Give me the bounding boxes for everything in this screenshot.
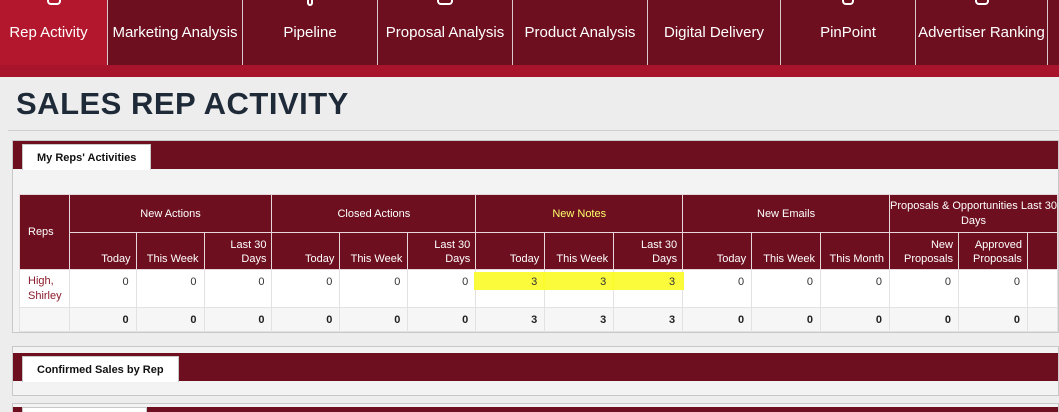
cell-value: 3: [669, 276, 676, 288]
table-cell[interactable]: 0: [68, 269, 137, 308]
reps-header[interactable]: Reps: [19, 194, 70, 270]
nav-icon: [974, 0, 989, 5]
group-new-emails: New Emails: [682, 194, 890, 233]
nav-label: Marketing Analysis: [112, 24, 238, 41]
group-new-actions: New Actions: [68, 194, 273, 233]
total-cell: 0: [407, 307, 477, 332]
panel-header: My Reps' Activities: [13, 141, 1058, 170]
nav-pipeline[interactable]: Pipeline: [243, 0, 378, 65]
table-cell[interactable]: 0: [203, 269, 273, 308]
table-cell[interactable]: 0: [957, 269, 1028, 308]
col-this-week[interactable]: This Week: [135, 232, 205, 270]
col-last-30-days[interactable]: Last 30 Days: [203, 232, 273, 270]
panel-header: [13, 407, 1058, 412]
total-cell: [1026, 307, 1059, 332]
col-new-proposals[interactable]: New Proposals: [888, 232, 959, 270]
total-cell: 0: [888, 307, 959, 332]
top-nav: Rep Activity Marketing Analysis Pipeline…: [0, 0, 1059, 65]
nav-product-analysis[interactable]: Product Analysis: [513, 0, 648, 65]
highlighted-cell[interactable]: 3: [543, 269, 616, 308]
nav-accent-bar: [0, 65, 1059, 77]
highlighted-cell[interactable]: 3: [474, 269, 547, 308]
nav-label: PinPoint: [820, 24, 876, 41]
nav-label: Digital Delivery: [663, 24, 765, 41]
col-truncated[interactable]: [1026, 232, 1059, 270]
divider: [8, 130, 1059, 131]
col-last-30-days[interactable]: Last 30 Days: [407, 232, 477, 270]
total-cell: 0: [271, 307, 341, 332]
col-today[interactable]: Today: [682, 232, 753, 270]
total-cell: 3: [544, 307, 615, 332]
table-cell[interactable]: 0: [888, 269, 959, 308]
cell-value: 3: [600, 276, 607, 288]
total-cell: 3: [475, 307, 546, 332]
nav-advertiser-ranking[interactable]: Advertiser Ranking: [916, 0, 1048, 65]
rep-name-link[interactable]: High, Shirley: [19, 269, 70, 308]
tab-my-reps-activities[interactable]: My Reps' Activities: [22, 144, 152, 170]
nav-label: Proposal Analysis: [385, 24, 505, 41]
nav-proposal-analysis[interactable]: Proposal Analysis: [378, 0, 513, 65]
col-today[interactable]: Today: [271, 232, 341, 270]
col-today[interactable]: Today: [68, 232, 137, 270]
table-row: High, Shirley 0 0 0 0 0 0 3 3 3 0 0 0 0 …: [19, 269, 1059, 308]
table-cell[interactable]: 0: [407, 269, 477, 308]
tab-confirmed-sales-by-rep[interactable]: Confirmed Sales by Rep: [22, 356, 179, 382]
nav-label: Advertiser Ranking: [918, 24, 1045, 41]
nav-label: Product Analysis: [524, 24, 636, 41]
cell-value: 3: [531, 276, 538, 288]
group-closed-actions: Closed Actions: [271, 194, 477, 233]
totals-row: 0 0 0 0 0 0 3 3 3 0 0 0 0 0: [19, 307, 1059, 332]
nav-icon: [46, 0, 61, 5]
col-last-30-days[interactable]: Last 30 Days: [613, 232, 684, 270]
nav-rep-activity[interactable]: Rep Activity: [0, 0, 108, 65]
nav-icon: [307, 0, 313, 6]
nav-label: Rep Activity: [9, 24, 88, 41]
total-cell: 0: [820, 307, 890, 332]
panel-tab[interactable]: [22, 407, 147, 412]
total-cell: 0: [957, 307, 1028, 332]
table-cell[interactable]: 0: [682, 269, 753, 308]
nav-icon: [437, 0, 453, 5]
col-this-week[interactable]: This Week: [339, 232, 409, 270]
group-new-notes: New Notes: [475, 194, 684, 233]
panel-header: Confirmed Sales by Rep: [13, 353, 1058, 382]
rep-activity-table: Reps New Actions Closed Actions New Note…: [19, 194, 1059, 332]
total-cell: 0: [682, 307, 753, 332]
table-cell[interactable]: 0: [820, 269, 890, 308]
col-this-month[interactable]: This Month: [820, 232, 890, 270]
total-cell: 0: [339, 307, 409, 332]
total-cell: 0: [68, 307, 137, 332]
nav-pinpoint[interactable]: PinPoint: [781, 0, 916, 65]
total-cell: 0: [203, 307, 273, 332]
nav-digital-delivery[interactable]: Digital Delivery: [648, 0, 781, 65]
nav-marketing-analysis[interactable]: Marketing Analysis: [108, 0, 243, 65]
table-cell: [1026, 269, 1059, 308]
table-cell[interactable]: 0: [271, 269, 341, 308]
total-cell: 3: [613, 307, 684, 332]
table-cell[interactable]: 0: [339, 269, 409, 308]
col-this-week[interactable]: This Week: [544, 232, 615, 270]
table-cell[interactable]: 0: [751, 269, 822, 308]
highlighted-cell[interactable]: 3: [612, 269, 685, 308]
confirmed-sales-panel: Confirmed Sales by Rep: [12, 346, 1059, 396]
nav-label: Pipeline: [283, 24, 337, 41]
col-today[interactable]: Today: [475, 232, 546, 270]
nav-icon: [842, 0, 854, 5]
reps-activities-panel: My Reps' Activities Reps New Actions Clo…: [12, 140, 1059, 333]
page-title: SALES REP ACTIVITY: [16, 86, 349, 121]
col-this-week[interactable]: This Week: [751, 232, 822, 270]
totals-label: [19, 307, 70, 332]
group-proposals: Proposals & Opportunities Last 30 Days: [888, 194, 1059, 233]
table-cell[interactable]: 0: [135, 269, 205, 308]
next-panel: [12, 403, 1059, 412]
total-cell: 0: [751, 307, 822, 332]
total-cell: 0: [135, 307, 205, 332]
col-approved-proposals[interactable]: Approved Proposals: [957, 232, 1028, 270]
